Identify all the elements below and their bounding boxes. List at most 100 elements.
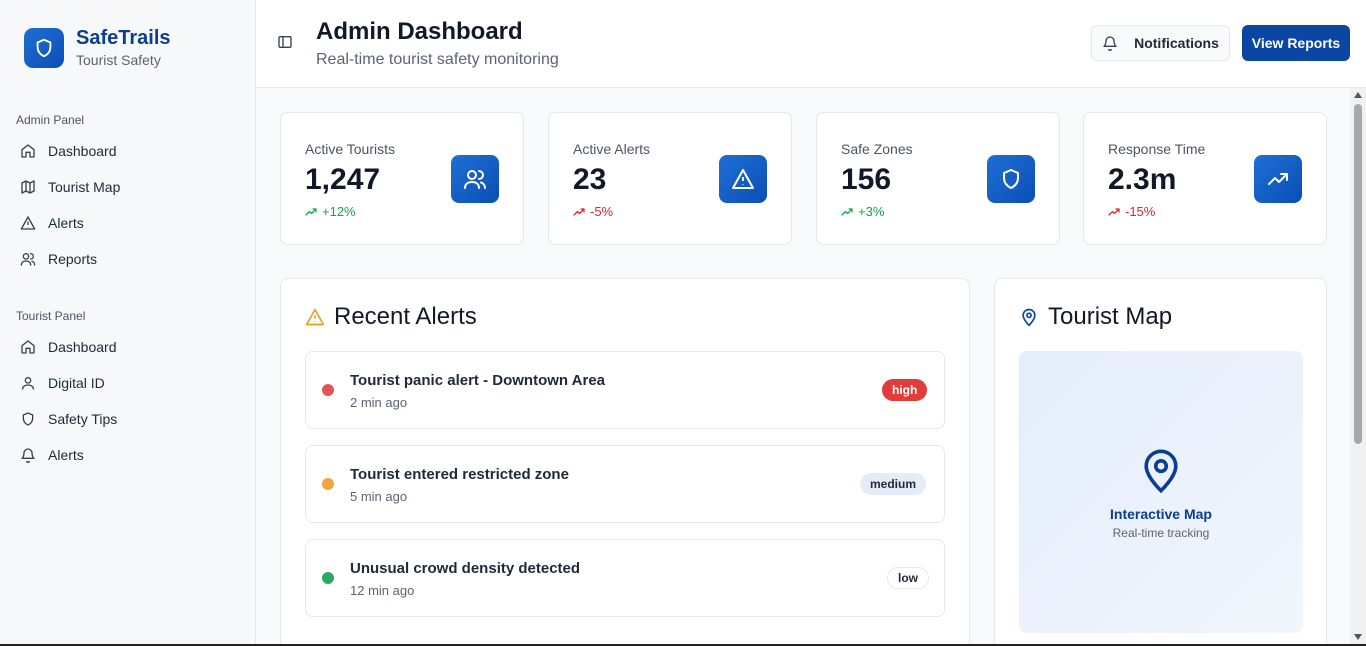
interactive-map[interactable]: Interactive Map Real-time tracking (1019, 351, 1303, 633)
alert-triangle-icon (20, 216, 36, 230)
notifications-label: Notifications (1134, 35, 1219, 51)
severity-badge: low (887, 567, 929, 589)
alert-triangle-icon (305, 308, 325, 326)
sidebar-item-reports[interactable]: Reports (8, 241, 248, 277)
recent-alerts-title: Recent Alerts (305, 303, 477, 331)
sidebar: SafeTrails Tourist Safety Admin Panel Da… (0, 0, 256, 646)
severity-badge: medium (860, 473, 927, 495)
recent-alerts-panel: Recent Alerts Tourist panic alert - Down… (280, 278, 970, 646)
sidebar-item-tourist-map[interactable]: Tourist Map (8, 169, 248, 205)
stat-label: Active Tourists (305, 141, 395, 157)
map-label: Interactive Map (1110, 506, 1212, 522)
alert-title: Unusual crowd density detected (350, 560, 581, 577)
tourist-map-panel: Tourist Map Interactive Map Real-time tr… (994, 278, 1327, 646)
stat-label: Active Alerts (573, 141, 651, 157)
stat-card-safe-zones: Safe Zones 156 +3% (816, 112, 1060, 245)
sidebar-toggle-icon[interactable] (277, 34, 293, 50)
sidebar-item-label: Alerts (48, 215, 84, 231)
sidebar-item-label: Tourist Map (48, 179, 121, 195)
stat-value: 23 (573, 163, 607, 196)
tourist-map-title: Tourist Map (1019, 303, 1172, 331)
trend-down-icon (573, 207, 585, 216)
stat-change: -5% (573, 204, 613, 219)
stat-card-active-tourists: Active Tourists 1,247 +12% (280, 112, 524, 245)
alert-triangle-icon (719, 155, 767, 203)
map-pin-icon (1022, 308, 1036, 327)
brand[interactable]: SafeTrails Tourist Safety (24, 26, 171, 69)
sidebar-item-label: Reports (48, 251, 98, 267)
severity-badge: high (882, 379, 928, 401)
alert-time: 12 min ago (350, 583, 415, 598)
stat-change: -15% (1108, 204, 1155, 219)
tourist-nav: Dashboard Digital ID Safety Tips Alerts (8, 329, 248, 473)
tourist-panel-label: Tourist Panel (16, 309, 86, 323)
alert-time: 5 min ago (350, 489, 408, 504)
view-reports-button[interactable]: View Reports (1242, 25, 1350, 61)
page-subtitle: Real-time tourist safety monitoring (316, 51, 559, 68)
alert-item[interactable]: Tourist entered restricted zone 5 min ag… (305, 445, 945, 523)
home-icon (21, 144, 35, 158)
stat-change-value: -5% (590, 204, 614, 219)
stat-value: 2.3m (1108, 163, 1177, 196)
map-sublabel: Real-time tracking (1112, 526, 1210, 540)
map-pin-icon (1144, 449, 1178, 494)
stat-change-value: +3% (858, 204, 885, 219)
bell-icon (21, 448, 35, 463)
page-title: Admin Dashboard (316, 18, 523, 45)
recent-alerts-heading: Recent Alerts (334, 303, 477, 330)
brand-subtitle: Tourist Safety (76, 52, 161, 68)
sidebar-item-label: Dashboard (48, 143, 117, 159)
scroll-up-arrow-icon[interactable] (1354, 92, 1362, 98)
admin-nav: Dashboard Tourist Map Alerts Reports (8, 133, 248, 277)
notifications-button[interactable]: Notifications (1091, 25, 1230, 61)
brand-name: SafeTrails (76, 27, 171, 49)
sidebar-item-tourist-dashboard[interactable]: Dashboard (8, 329, 248, 365)
sidebar-item-label: Digital ID (48, 375, 105, 391)
stat-change-value: -15% (1125, 204, 1156, 219)
stat-value: 1,247 (305, 163, 381, 196)
sidebar-item-label: Alerts (48, 447, 84, 463)
shield-icon (22, 412, 34, 426)
page-scrollbar[interactable] (1350, 88, 1366, 646)
severity-dot (322, 478, 334, 490)
bell-icon (1103, 36, 1117, 51)
scroll-thumb[interactable] (1354, 104, 1362, 444)
severity-dot (322, 572, 334, 584)
tourist-map-heading: Tourist Map (1048, 303, 1173, 330)
sidebar-item-tourist-alerts[interactable]: Alerts (8, 437, 248, 473)
sidebar-item-label: Safety Tips (48, 411, 118, 427)
sidebar-item-label: Dashboard (48, 339, 117, 355)
user-icon (22, 377, 34, 390)
scroll-down-arrow-icon[interactable] (1354, 634, 1362, 640)
severity-dot (322, 384, 334, 396)
alert-title: Tourist panic alert - Downtown Area (350, 372, 606, 389)
shield-icon (24, 27, 64, 68)
header: Admin Dashboard Real-time tourist safety… (256, 0, 1366, 88)
stat-label: Response Time (1108, 141, 1206, 157)
stat-label: Safe Zones (841, 141, 913, 157)
sidebar-item-digital-id[interactable]: Digital ID (8, 365, 248, 401)
trend-up-icon (841, 207, 853, 216)
alert-time: 2 min ago (350, 395, 408, 410)
trending-up-icon (1254, 155, 1302, 203)
alert-item[interactable]: Unusual crowd density detected 12 min ag… (305, 539, 945, 617)
users-icon (20, 252, 36, 266)
alert-item[interactable]: Tourist panic alert - Downtown Area 2 mi… (305, 351, 945, 429)
trend-down-icon (1108, 207, 1120, 216)
users-icon (451, 155, 499, 203)
stat-card-active-alerts: Active Alerts 23 -5% (548, 112, 792, 245)
stat-value: 156 (841, 163, 892, 196)
sidebar-item-safety-tips[interactable]: Safety Tips (8, 401, 248, 437)
alert-title: Tourist entered restricted zone (350, 466, 569, 483)
sidebar-item-admin-alerts[interactable]: Alerts (8, 205, 248, 241)
stat-change-value: +12% (322, 204, 356, 219)
map-icon (21, 180, 35, 194)
trend-up-icon (305, 207, 317, 216)
stat-change: +12% (305, 204, 356, 219)
shield-icon (987, 155, 1035, 203)
admin-panel-label: Admin Panel (16, 113, 85, 127)
sidebar-item-admin-dashboard[interactable]: Dashboard (8, 133, 248, 169)
home-icon (21, 340, 35, 354)
stat-card-response-time: Response Time 2.3m -15% (1083, 112, 1327, 245)
stat-change: +3% (841, 204, 884, 219)
